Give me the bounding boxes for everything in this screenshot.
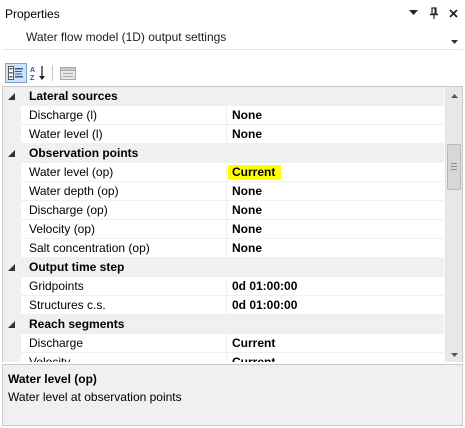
property-row[interactable]: Water level (l) None: [3, 125, 444, 144]
property-name: Discharge: [21, 334, 227, 353]
category-label: Lateral sources: [29, 89, 118, 103]
category-observation-points[interactable]: Observation points: [3, 144, 444, 163]
property-name: Salt concentration (op): [21, 239, 227, 258]
collapse-icon[interactable]: [8, 150, 15, 157]
dropdown-menu-icon[interactable]: [408, 6, 419, 20]
row-margin: [3, 353, 21, 362]
property-rows: Lateral sources Discharge (l) None Water…: [3, 87, 444, 362]
property-value[interactable]: None: [227, 220, 444, 239]
collapse-icon[interactable]: [8, 264, 15, 271]
property-pages-button[interactable]: [57, 63, 79, 83]
category-label: Observation points: [29, 146, 139, 160]
property-row[interactable]: Discharge (l) None: [3, 106, 444, 125]
collapse-icon[interactable]: [8, 321, 15, 328]
description-text: Water level at observation points: [8, 390, 182, 404]
property-row[interactable]: Discharge Current: [3, 334, 444, 353]
property-pages-icon: [60, 66, 76, 80]
svg-text:A: A: [30, 67, 35, 74]
category-output-time-step[interactable]: Output time step: [3, 258, 444, 277]
category-lateral-sources[interactable]: Lateral sources: [3, 87, 444, 106]
categorized-view-icon: [8, 66, 23, 80]
row-margin: [3, 277, 21, 296]
category-margin: [3, 144, 21, 163]
chevron-down-icon[interactable]: [451, 33, 458, 47]
close-icon[interactable]: [448, 6, 459, 20]
description-title: Water level (op): [8, 372, 97, 386]
vertical-scrollbar[interactable]: [445, 87, 462, 362]
panel-titlebar: Properties: [0, 0, 465, 26]
property-row[interactable]: Discharge (op) None: [3, 201, 444, 220]
panel-title: Properties: [5, 7, 60, 21]
property-name: Water level (l): [21, 125, 227, 144]
property-name: Gridpoints: [21, 277, 227, 296]
property-value[interactable]: None: [227, 201, 444, 220]
property-name: Water level (op): [21, 163, 227, 182]
property-name: Velocity (op): [21, 220, 227, 239]
collapse-icon[interactable]: [8, 93, 15, 100]
property-value[interactable]: None: [227, 106, 444, 125]
svg-text:Z: Z: [30, 75, 35, 81]
property-value[interactable]: None: [227, 182, 444, 201]
row-margin: [3, 201, 21, 220]
property-row[interactable]: Water depth (op) None: [3, 182, 444, 201]
category-margin: [3, 315, 21, 334]
object-selector-value: Water flow model (1D) output settings: [26, 30, 227, 44]
category-label: Output time step: [29, 260, 125, 274]
property-row[interactable]: Velocity (op) None: [3, 220, 444, 239]
description-pane: Water level (op) Water level at observat…: [2, 364, 463, 426]
property-value[interactable]: 0d 01:00:00: [227, 296, 444, 315]
alphabetical-sort-button[interactable]: A Z: [28, 63, 50, 83]
row-margin: [3, 182, 21, 201]
property-value[interactable]: Current: [227, 163, 444, 182]
property-row[interactable]: Velocity Current: [3, 353, 444, 362]
row-margin: [3, 334, 21, 353]
property-row[interactable]: Structures c.s. 0d 01:00:00: [3, 296, 444, 315]
titlebar-buttons: [408, 6, 459, 20]
row-margin: [3, 296, 21, 315]
categorized-view-button[interactable]: [5, 63, 27, 83]
row-margin: [3, 125, 21, 144]
row-margin: [3, 220, 21, 239]
property-name: Velocity: [21, 353, 227, 362]
scroll-down-icon[interactable]: [446, 346, 462, 362]
row-margin: [3, 163, 21, 182]
property-toolbar: A Z: [0, 58, 465, 86]
category-label: Reach segments: [29, 317, 125, 331]
category-margin: [3, 258, 21, 277]
property-value[interactable]: None: [227, 125, 444, 144]
property-value[interactable]: Current: [227, 334, 444, 353]
property-name: Discharge (op): [21, 201, 227, 220]
property-value[interactable]: Current: [227, 353, 444, 362]
row-margin: [3, 106, 21, 125]
property-value[interactable]: None: [227, 239, 444, 258]
property-name: Water depth (op): [21, 182, 227, 201]
highlighted-value[interactable]: Current: [228, 165, 282, 180]
property-name: Discharge (l): [21, 106, 227, 125]
property-value[interactable]: 0d 01:00:00: [227, 277, 444, 296]
alphabetical-sort-icon: A Z: [30, 66, 45, 81]
property-row[interactable]: Gridpoints 0d 01:00:00: [3, 277, 444, 296]
category-reach-segments[interactable]: Reach segments: [3, 315, 444, 334]
property-row[interactable]: Salt concentration (op) None: [3, 239, 444, 258]
object-selector[interactable]: Water flow model (1D) output settings: [2, 26, 463, 50]
property-row-selected[interactable]: Water level (op) Current: [3, 163, 444, 182]
toolbar-separator: [52, 65, 53, 81]
scrollbar-thumb[interactable]: [447, 144, 461, 190]
row-margin: [3, 239, 21, 258]
category-margin: [3, 87, 21, 106]
pin-icon[interactable]: [428, 6, 439, 20]
scroll-up-icon[interactable]: [446, 87, 462, 104]
property-name: Structures c.s.: [21, 296, 227, 315]
property-grid: Lateral sources Discharge (l) None Water…: [2, 86, 463, 362]
